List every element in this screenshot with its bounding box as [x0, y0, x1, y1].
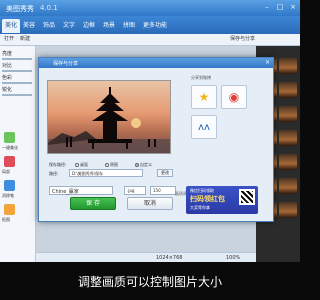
- radio-dot: [105, 163, 109, 167]
- contrast-slider[interactable]: [2, 70, 32, 72]
- color-slider[interactable]: [2, 82, 32, 84]
- path-input[interactable]: D:\美图秀秀\保存: [69, 169, 143, 177]
- close-icon[interactable]: ×: [288, 3, 298, 12]
- share-title: 分享到微博: [191, 75, 211, 80]
- size-input[interactable]: 150: [150, 186, 176, 195]
- tab-text[interactable]: 文字: [60, 19, 78, 33]
- pagoda-silhouette-image: [48, 87, 170, 153]
- toolbar-save-share[interactable]: 保存与分享: [230, 35, 255, 42]
- renren-icon: ᴧᴧ: [198, 121, 210, 133]
- thumbnail[interactable]: [279, 154, 297, 170]
- radio-dot-selected: [135, 163, 139, 167]
- one-click-beautify-icon[interactable]: [4, 132, 15, 143]
- tab-more[interactable]: 更多功能: [140, 19, 170, 33]
- brightness-label: 亮度: [2, 51, 13, 57]
- share-weibo-button[interactable]: ◉: [221, 85, 247, 109]
- color-label: 色彩: [2, 75, 13, 81]
- maximize-icon[interactable]: □: [275, 3, 285, 12]
- radio-desktop[interactable]: 桌面: [75, 162, 88, 168]
- status-bar: 1024×768 100%: [36, 252, 256, 262]
- toolbar-open[interactable]: 打开: [4, 35, 14, 42]
- eraser-icon[interactable]: [4, 180, 15, 191]
- file-name-input[interactable]: Chine_赢家: [49, 186, 113, 195]
- share-qzone-button[interactable]: ★: [191, 85, 217, 109]
- status-dimensions: 1024×768: [156, 255, 183, 261]
- video-subtitle: 调整画质可以控制图片大小: [77, 275, 222, 289]
- thumbnail[interactable]: [279, 106, 297, 122]
- save-share-dialog: 保存与分享 × 分享到微博 ★ ◉ ᴧᴧ 保存路径: 桌面 原图 自定义 路径:…: [38, 57, 274, 222]
- sharpen-slider[interactable]: [2, 94, 32, 96]
- one-click-beautify-label: 一键美化: [2, 145, 18, 150]
- tab-decoration[interactable]: 饰品: [40, 19, 58, 33]
- thumbnail[interactable]: [279, 130, 297, 146]
- weibo-icon: ◉: [228, 90, 240, 104]
- status-zoom: 100%: [226, 255, 241, 261]
- thumbnail[interactable]: [279, 178, 297, 194]
- qr-code-icon: [239, 189, 255, 205]
- radio-custom[interactable]: 自定义: [135, 162, 152, 168]
- share-renren-button[interactable]: ᴧᴧ: [191, 115, 217, 139]
- cancel-button[interactable]: 取消: [127, 197, 173, 210]
- window-controls: – □ ×: [262, 3, 298, 12]
- radio-label: 自定义: [140, 162, 152, 167]
- title-bar: 美图秀秀 4.0.1 – □ ×: [0, 0, 300, 16]
- app-name: 美图秀秀: [6, 5, 34, 13]
- radio-dot: [75, 163, 79, 167]
- toolbar: 打开 新建 保存与分享: [0, 34, 300, 46]
- toolbar-new[interactable]: 新建: [20, 35, 30, 42]
- browse-button[interactable]: 更改: [157, 169, 173, 177]
- ad-line-2: 扫码领红包: [190, 195, 225, 203]
- local-edit-icon[interactable]: [4, 156, 15, 167]
- local-edit-label: 局部: [2, 169, 10, 174]
- save-path-label: 保存路径:: [49, 162, 67, 167]
- sharpen-label: 锐化: [2, 87, 13, 93]
- thumbnail[interactable]: [279, 82, 297, 98]
- minimize-icon[interactable]: –: [262, 3, 272, 12]
- dialog-close-icon[interactable]: ×: [265, 59, 270, 66]
- ad-banner[interactable]: 微信扫码领取 扫码领红包 大奖等你拿: [186, 186, 258, 214]
- tab-beautify[interactable]: 美化: [2, 19, 21, 33]
- image-preview: [47, 80, 171, 154]
- cutout-label: 抠图: [2, 217, 10, 222]
- tab-scene[interactable]: 场景: [100, 19, 118, 33]
- ad-line-3: 大奖等你拿: [190, 205, 210, 210]
- tab-beauty[interactable]: 美容: [20, 19, 38, 33]
- radio-label: 桌面: [80, 162, 88, 167]
- thumbnail[interactable]: [279, 202, 297, 218]
- tab-bar: 美化 美容 饰品 文字 边框 场景 拼图 更多功能: [0, 16, 300, 34]
- app-window: 美图秀秀 4.0.1 – □ × 美化 美容 饰品 文字 边框 场景 拼图 更多…: [0, 0, 300, 262]
- save-button[interactable]: 保 存: [70, 197, 116, 210]
- eraser-label: 消除笔: [2, 193, 14, 198]
- star-icon: ★: [198, 90, 210, 104]
- tab-frame[interactable]: 边框: [80, 19, 98, 33]
- dialog-title-bar: 保存与分享 ×: [39, 58, 273, 68]
- radio-original[interactable]: 原图: [105, 162, 118, 168]
- app-version: 4.0.1: [40, 4, 58, 12]
- left-panel: 亮度 对比 色彩 锐化 一键美化 局部 消除笔 抠图: [0, 46, 36, 262]
- contrast-label: 对比: [2, 63, 13, 69]
- dialog-title: 保存与分享: [53, 61, 79, 67]
- cutout-icon[interactable]: [4, 204, 15, 215]
- radio-label: 原图: [110, 162, 118, 167]
- brightness-slider[interactable]: [2, 58, 32, 60]
- path-label: 路径:: [49, 171, 59, 176]
- format-select[interactable]: .jpg: [124, 186, 146, 195]
- thumbnail[interactable]: [279, 58, 297, 74]
- tab-collage[interactable]: 拼图: [120, 19, 138, 33]
